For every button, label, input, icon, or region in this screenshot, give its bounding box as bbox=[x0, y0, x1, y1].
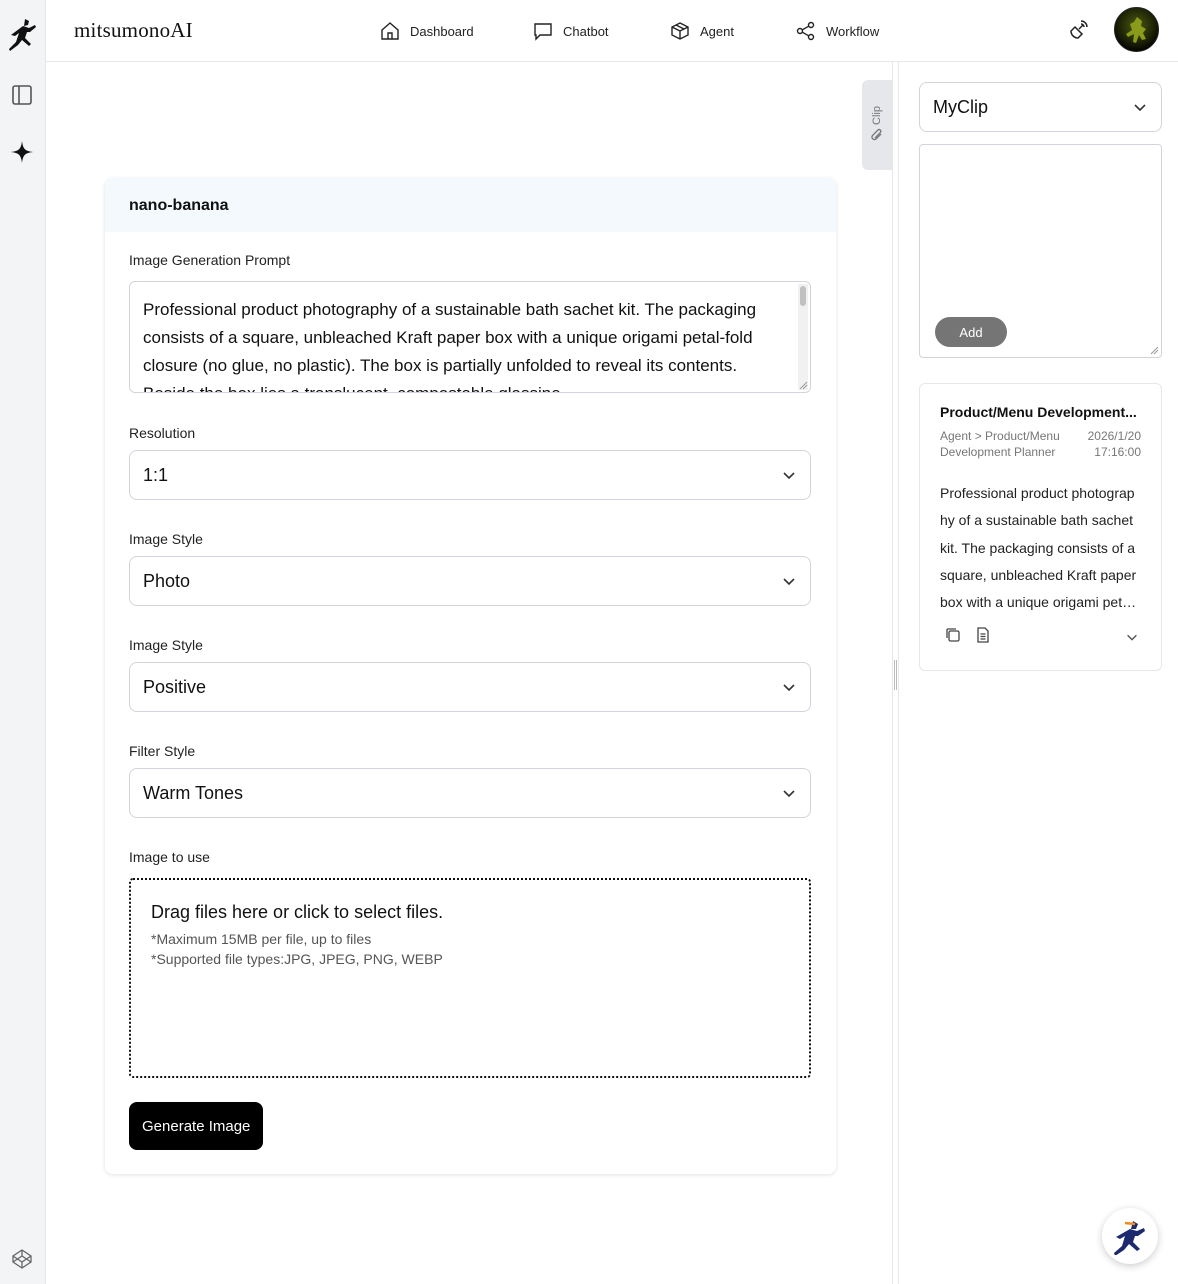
nav-chatbot[interactable]: Chatbot bbox=[533, 0, 609, 62]
resize-handle[interactable] bbox=[894, 660, 897, 690]
brand-name[interactable]: mitsumonoAI bbox=[74, 18, 193, 43]
dropzone-title: Drag files here or click to select files… bbox=[151, 902, 444, 922]
copy-icon[interactable] bbox=[944, 626, 962, 644]
clip-title: Product/Menu Development... bbox=[940, 404, 1137, 420]
nav-label: Agent bbox=[700, 23, 734, 39]
nav-dashboard[interactable]: Dashboard bbox=[380, 0, 474, 62]
chat-bubble-icon bbox=[534, 23, 552, 41]
nano-banana-form-card: nano-banana Image Generation Prompt Prof… bbox=[105, 178, 836, 1174]
resolution-select[interactable]: 1:1 bbox=[129, 450, 811, 500]
panel-resize-divider[interactable] bbox=[892, 62, 899, 1284]
clip-actions bbox=[944, 626, 992, 644]
clip-collection-value: MyClip bbox=[933, 96, 989, 117]
chevron-down-icon bbox=[783, 790, 795, 798]
filter-style-value: Warm Tones bbox=[143, 782, 244, 803]
main-panel: Clip nano-banana Image Generation Prompt… bbox=[46, 62, 892, 1284]
generate-image-button[interactable]: Generate Image bbox=[129, 1102, 264, 1150]
clip-card[interactable]: Product/Menu Development... Agent > Prod… bbox=[919, 383, 1162, 671]
clip-time: 17:16:00 bbox=[1094, 445, 1141, 459]
dropzone-size-note: *Maximum 15MB per file, up to files bbox=[151, 931, 372, 947]
filter-style-select[interactable]: Warm Tones bbox=[129, 768, 811, 818]
image-style-2-label: Image Style bbox=[129, 637, 203, 653]
image-style-label: Image Style bbox=[129, 531, 203, 547]
nav-label: Dashboard bbox=[410, 23, 474, 39]
clip-body: Professional product photography of a su… bbox=[940, 485, 1138, 611]
user-avatar[interactable] bbox=[1114, 7, 1159, 52]
file-dropzone[interactable]: Drag files here or click to select files… bbox=[129, 878, 811, 1078]
left-rail bbox=[0, 0, 46, 1284]
resize-grip-icon[interactable] bbox=[798, 380, 808, 390]
nav-workflow[interactable]: Workflow bbox=[796, 0, 879, 62]
paperclip-icon bbox=[871, 129, 882, 141]
clip-input-area[interactable]: Add bbox=[919, 144, 1162, 358]
clip-path: Agent > Product/Menu Development Planner bbox=[940, 429, 1060, 459]
dropzone-types-note: *Supported file types:JPG, JPEG, PNG, WE… bbox=[151, 951, 443, 967]
home-icon bbox=[381, 22, 399, 40]
resolution-value: 1:1 bbox=[143, 464, 169, 485]
resize-grip-icon[interactable] bbox=[1149, 345, 1159, 355]
chevron-down-icon[interactable] bbox=[1125, 630, 1139, 644]
chevron-down-icon bbox=[1134, 104, 1146, 112]
prompt-text: Professional product photography of a su… bbox=[143, 300, 757, 392]
image-to-use-label: Image to use bbox=[129, 849, 210, 865]
nav-agent[interactable]: Agent bbox=[670, 0, 734, 62]
sparkle-icon[interactable] bbox=[10, 140, 34, 164]
clip-date: 2026/1/20 bbox=[1087, 429, 1141, 443]
form-title: nano-banana bbox=[105, 178, 836, 232]
image-style-value: Photo bbox=[143, 570, 191, 591]
image-style-select[interactable]: Photo bbox=[129, 556, 811, 606]
prompt-textarea[interactable]: Professional product photography of a su… bbox=[129, 281, 811, 393]
chevron-down-icon bbox=[783, 578, 795, 586]
textarea-scrollbar[interactable] bbox=[798, 284, 808, 390]
chevron-down-icon bbox=[783, 684, 795, 692]
clip-tab[interactable]: Clip bbox=[862, 80, 892, 170]
document-icon[interactable] bbox=[974, 626, 992, 644]
assistant-fab-button[interactable] bbox=[1102, 1208, 1158, 1264]
share-nodes-icon bbox=[796, 21, 815, 41]
nav-label: Chatbot bbox=[563, 23, 609, 39]
top-header: mitsumonoAI Dashboard Chatbot Agent Work… bbox=[46, 0, 1178, 62]
cube-icon bbox=[671, 22, 689, 40]
image-style-2-value: Positive bbox=[143, 676, 207, 697]
satellite-dish-icon[interactable] bbox=[1066, 18, 1090, 42]
ninja-logo-icon[interactable] bbox=[5, 16, 39, 54]
resolution-label: Resolution bbox=[129, 425, 196, 441]
clip-tab-label: Clip bbox=[871, 105, 883, 125]
sidebar-toggle-icon[interactable] bbox=[10, 83, 34, 107]
filter-style-label: Filter Style bbox=[129, 743, 196, 759]
clip-meta: Agent > Product/Menu Development Planner… bbox=[940, 428, 1141, 460]
clip-collection-select[interactable]: MyClip bbox=[919, 82, 1162, 132]
image-style-2-select[interactable]: Positive bbox=[129, 662, 811, 712]
codepen-icon[interactable] bbox=[10, 1247, 34, 1271]
add-clip-button[interactable]: Add bbox=[935, 317, 1007, 347]
prompt-label: Image Generation Prompt bbox=[129, 252, 291, 268]
chevron-down-icon bbox=[783, 472, 795, 480]
nav-label: Workflow bbox=[826, 23, 880, 39]
clip-sidebar: MyClip Add Product/Menu Development... A… bbox=[899, 62, 1178, 1284]
clip-timestamp: 2026/1/20 17:16:00 bbox=[1088, 428, 1141, 460]
ninja-mascot-icon bbox=[1114, 1221, 1145, 1255]
